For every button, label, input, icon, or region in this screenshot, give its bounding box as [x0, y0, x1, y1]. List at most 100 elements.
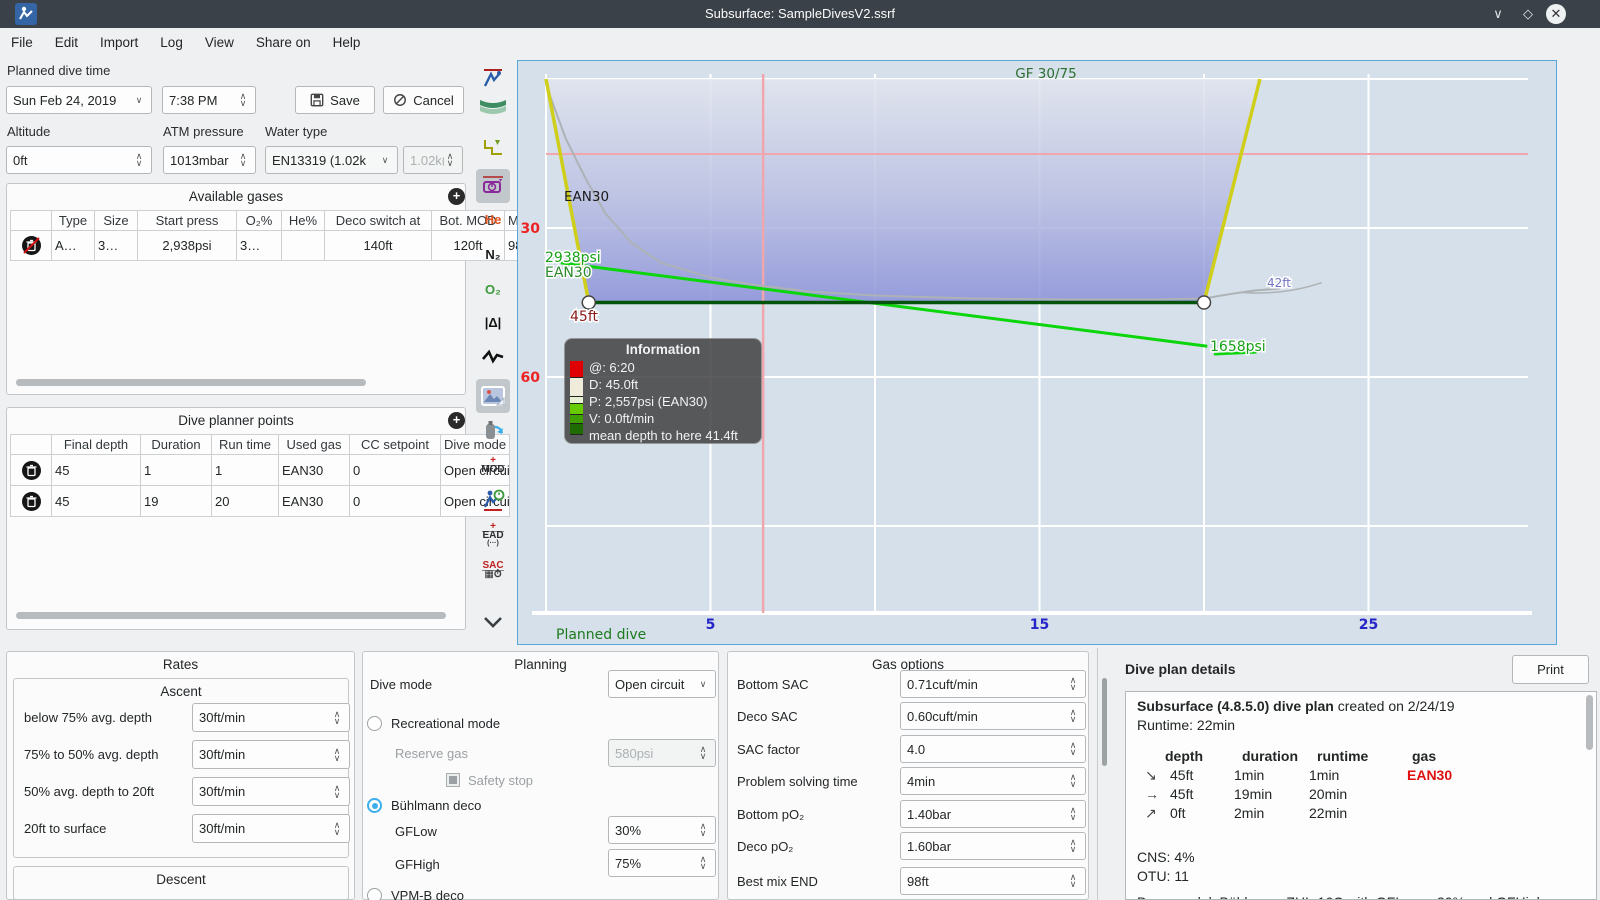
- cell[interactable]: 140ft: [324, 230, 432, 261]
- cell[interactable]: 1: [211, 454, 279, 486]
- gas-option-spinbox[interactable]: 0.60cuft/min ∧ ∨: [900, 702, 1086, 730]
- spin-arrows-icon[interactable]: ∧ ∨: [1067, 806, 1079, 822]
- column-duration[interactable]: Duration: [140, 434, 212, 455]
- points-hscrollbar[interactable]: [16, 612, 446, 619]
- trash-icon[interactable]: [21, 491, 41, 511]
- save-button[interactable]: Save: [295, 86, 375, 114]
- close-icon[interactable]: ✕: [1546, 4, 1566, 24]
- spin-arrows-icon[interactable]: ∧ ∨: [1067, 708, 1079, 724]
- cell[interactable]: 45: [51, 485, 141, 517]
- gases-hscrollbar[interactable]: [16, 379, 366, 386]
- scroll-down-icon[interactable]: [479, 608, 507, 636]
- gas-option-spinbox[interactable]: 4.0 ∧ ∨: [900, 735, 1086, 763]
- column-size[interactable]: Size: [94, 210, 138, 231]
- column-he-[interactable]: He%: [281, 210, 325, 231]
- spin-arrows-icon[interactable]: ∧ ∨: [237, 92, 249, 108]
- cell[interactable]: A…: [51, 230, 95, 261]
- gflow-spinbox[interactable]: 30% ∧ ∨: [608, 816, 716, 844]
- ndl-icon[interactable]: [479, 486, 507, 514]
- menu-file[interactable]: File: [0, 28, 44, 50]
- cell[interactable]: 0: [349, 485, 441, 517]
- cell[interactable]: 2,938psi: [137, 230, 237, 261]
- trash-icon[interactable]: [21, 236, 41, 255]
- delta-icon[interactable]: |Δ|: [479, 308, 507, 336]
- he-graph-icon[interactable]: He: [479, 205, 507, 233]
- menu-help[interactable]: Help: [322, 28, 372, 50]
- calc-ceiling-icon[interactable]: [479, 134, 507, 162]
- gradient-waves-icon[interactable]: [479, 92, 507, 120]
- gas-option-spinbox[interactable]: 1.60bar ∧ ∨: [900, 832, 1086, 860]
- sac-icon[interactable]: SAC ▦⏱: [479, 556, 507, 584]
- spin-arrows-icon[interactable]: ∧ ∨: [697, 855, 709, 871]
- menu-share-on[interactable]: Share on: [245, 28, 322, 50]
- column-used-gas[interactable]: Used gas: [278, 434, 350, 455]
- dive-time-spinbox[interactable]: 7:38 PM ∧ ∨: [162, 86, 256, 114]
- heartrate-icon[interactable]: [479, 342, 507, 370]
- details-splitter-handle[interactable]: [1102, 678, 1107, 766]
- spin-arrows-icon[interactable]: ∧ ∨: [1067, 741, 1079, 757]
- spin-arrows-icon[interactable]: ∧ ∨: [331, 820, 343, 836]
- photos-icon[interactable]: [476, 379, 510, 413]
- column-final-depth[interactable]: Final depth: [51, 434, 141, 455]
- dive-date-combo[interactable]: Sun Feb 24, 2019 ∨: [6, 86, 152, 114]
- cell[interactable]: EAN30: [278, 485, 350, 517]
- column-deco-switch-at[interactable]: Deco switch at: [324, 210, 432, 231]
- spin-arrows-icon[interactable]: ∧ ∨: [1067, 838, 1079, 854]
- cell[interactable]: [281, 230, 325, 261]
- delete-row-cell[interactable]: [10, 454, 52, 486]
- cell[interactable]: 1: [140, 454, 212, 486]
- cell[interactable]: 45: [51, 454, 141, 486]
- print-button[interactable]: Print: [1512, 655, 1589, 684]
- spin-arrows-icon[interactable]: ∧ ∨: [1067, 676, 1079, 692]
- water-type-combo[interactable]: EN13319 (1.02k ∨: [265, 146, 398, 174]
- menu-view[interactable]: View: [194, 28, 245, 50]
- gas-option-spinbox[interactable]: 98ft ∧ ∨: [900, 867, 1086, 895]
- cell[interactable]: EAN30: [278, 454, 350, 486]
- trash-icon[interactable]: [21, 460, 41, 480]
- gas-option-spinbox[interactable]: 4min ∧ ∨: [900, 767, 1086, 795]
- menu-edit[interactable]: Edit: [44, 28, 89, 50]
- cell[interactable]: 20: [211, 485, 279, 517]
- gas-change-icon[interactable]: [479, 416, 507, 444]
- cell[interactable]: 19: [140, 485, 212, 517]
- recreational-mode-radio[interactable]: [367, 716, 382, 731]
- spin-arrows-icon[interactable]: ∧ ∨: [697, 822, 709, 838]
- minimize-icon[interactable]: ∨: [1488, 4, 1508, 24]
- menu-import[interactable]: Import: [89, 28, 149, 50]
- spin-arrows-icon[interactable]: ∧ ∨: [1067, 873, 1079, 889]
- tank-bar-icon[interactable]: [476, 169, 510, 203]
- o2-graph-icon[interactable]: O₂: [479, 275, 507, 303]
- dive-mode-combo[interactable]: Open circuit ∨: [608, 670, 716, 698]
- vpmb-deco-radio[interactable]: [367, 888, 382, 900]
- details-vscrollbar[interactable]: [1586, 695, 1593, 750]
- ascent-rate-spinbox[interactable]: 30ft/min ∧ ∨: [192, 740, 350, 769]
- buhlmann-deco-radio[interactable]: [367, 798, 382, 813]
- column-o-[interactable]: O₂%: [236, 210, 282, 231]
- gas-option-spinbox[interactable]: 0.71cuft/min ∧ ∨: [900, 670, 1086, 698]
- ascent-rate-spinbox[interactable]: 30ft/min ∧ ∨: [192, 703, 350, 732]
- spin-arrows-icon[interactable]: ∧ ∨: [237, 152, 249, 168]
- spin-arrows-icon[interactable]: ∧ ∨: [331, 783, 343, 799]
- spin-arrows-icon[interactable]: ∧ ∨: [133, 152, 145, 168]
- add-point-button[interactable]: +: [448, 412, 465, 429]
- spin-arrows-icon[interactable]: ∧ ∨: [1067, 773, 1079, 789]
- ascent-rate-spinbox[interactable]: 30ft/min ∧ ∨: [192, 777, 350, 806]
- column-cc-setpoint[interactable]: CC setpoint: [349, 434, 441, 455]
- column-type[interactable]: Type: [51, 210, 95, 231]
- dive-profile-icon[interactable]: [479, 64, 507, 92]
- gfhigh-spinbox[interactable]: 75% ∧ ∨: [608, 849, 716, 877]
- ascent-rate-spinbox[interactable]: 30ft/min ∧ ∨: [192, 814, 350, 843]
- column-run-time[interactable]: Run time: [211, 434, 279, 455]
- menu-log[interactable]: Log: [149, 28, 194, 50]
- cell[interactable]: 0: [349, 454, 441, 486]
- cell[interactable]: 3…: [236, 230, 282, 261]
- maximize-icon[interactable]: ◇: [1518, 4, 1538, 24]
- mod-icon[interactable]: + MOD: [479, 451, 507, 479]
- cell[interactable]: 3…: [94, 230, 138, 261]
- column-start-press[interactable]: Start press: [137, 210, 237, 231]
- ead-icon[interactable]: + EAD (···): [479, 521, 507, 549]
- gas-option-spinbox[interactable]: 1.40bar ∧ ∨: [900, 800, 1086, 828]
- delete-row-cell[interactable]: [10, 230, 52, 261]
- spin-arrows-icon[interactable]: ∧ ∨: [331, 709, 343, 725]
- atm-pressure-spinbox[interactable]: 1013mbar ∧ ∨: [163, 146, 256, 174]
